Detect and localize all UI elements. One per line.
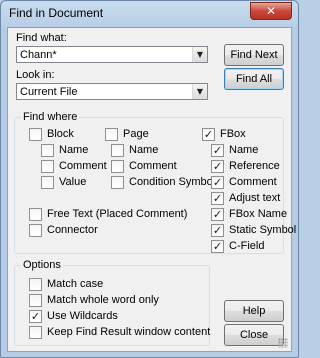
find-next-button[interactable]: Find Next: [224, 44, 284, 66]
block-label: Block: [47, 128, 74, 140]
look-in-label: Look in:: [16, 69, 55, 81]
find-where-title: Find where: [21, 111, 80, 123]
checkbox-box: [111, 144, 124, 157]
checkmark-icon: ✓: [211, 160, 224, 173]
checkbox-label: Condition Symbol: [129, 176, 216, 188]
checkbox-box: [29, 294, 42, 307]
help-button[interactable]: Help: [224, 300, 284, 322]
checkmark-icon: ✓: [211, 144, 224, 157]
find-where-group: Find where Block Name Comment Value Page: [14, 111, 296, 254]
checkmark-icon: ✓: [211, 240, 224, 253]
checkbox-label: Name: [129, 144, 159, 156]
checkbox-label: Match whole word only: [47, 294, 159, 306]
fbox-label: FBox: [220, 128, 246, 140]
title-bar[interactable]: Find in Document ✕: [1, 1, 298, 25]
checkbox-label: Name: [229, 144, 259, 156]
look-in-combobox[interactable]: Current File ▼: [16, 83, 208, 100]
checkmark-icon: ✓: [211, 192, 224, 205]
checkmark-icon: ✓: [211, 176, 224, 189]
look-in-value: Current File: [20, 86, 78, 98]
checkbox-box: [111, 160, 124, 173]
close-button[interactable]: Close: [224, 324, 284, 346]
checkbox-label: C-Field: [229, 240, 265, 252]
checkmark-icon: ✓: [211, 208, 224, 221]
dialog-client-area: Find what: Chann* ▼ Look in: Current Fil…: [7, 27, 296, 352]
checkbox-label: Comment: [59, 160, 107, 172]
checkbox-label: Use Wildcards: [47, 310, 118, 322]
checkmark-icon: ✓: [202, 128, 215, 141]
checkmark-icon: ✓: [211, 224, 224, 237]
checkmark-icon: ✓: [29, 310, 42, 323]
checkbox-label: FBox Name: [229, 208, 288, 220]
checkbox-box: [29, 128, 42, 141]
checkbox-box: [29, 208, 42, 221]
options-title: Options: [21, 259, 63, 271]
close-window-button[interactable]: ✕: [250, 2, 292, 20]
resize-grip[interactable]: [278, 338, 288, 348]
close-icon: ✕: [265, 4, 277, 18]
checkbox-box: [41, 160, 54, 173]
checkbox-box: [29, 278, 42, 291]
checkbox-label: Keep Find Result window content: [47, 326, 211, 338]
find-dialog: Find in Document ✕ Find what: Chann* ▼ L…: [0, 0, 299, 358]
checkbox-box: [41, 144, 54, 157]
checkbox-label: Reference: [229, 160, 280, 172]
window-title: Find in Document: [9, 6, 104, 20]
checkbox-label: Match case: [47, 278, 104, 290]
checkbox-label: Adjust text: [229, 192, 281, 204]
find-what-label: Find what:: [16, 32, 67, 44]
checkbox-box: [111, 176, 124, 189]
find-all-button[interactable]: Find All: [224, 68, 284, 90]
chevron-down-icon[interactable]: ▼: [192, 47, 207, 62]
checkbox-label: Static Symbol: [229, 224, 297, 236]
checkbox-box: [29, 224, 42, 237]
checkbox-box: [29, 326, 42, 339]
checkbox-label: Free Text (Placed Comment): [47, 208, 188, 220]
checkbox-box: [41, 176, 54, 189]
find-what-combobox[interactable]: Chann* ▼: [16, 46, 208, 63]
checkbox-label: Value: [59, 176, 87, 188]
checkbox-label: Comment: [129, 160, 177, 172]
find-what-value: Chann*: [20, 49, 57, 61]
checkbox-label: Comment: [229, 176, 277, 188]
chevron-down-icon[interactable]: ▼: [192, 84, 207, 99]
checkbox-label: Connector: [47, 224, 98, 236]
checkbox-label: Name: [59, 144, 89, 156]
options-group: Options Match case Match whole word only…: [14, 259, 211, 346]
page-label: Page: [123, 128, 149, 140]
checkbox-box: [105, 128, 118, 141]
